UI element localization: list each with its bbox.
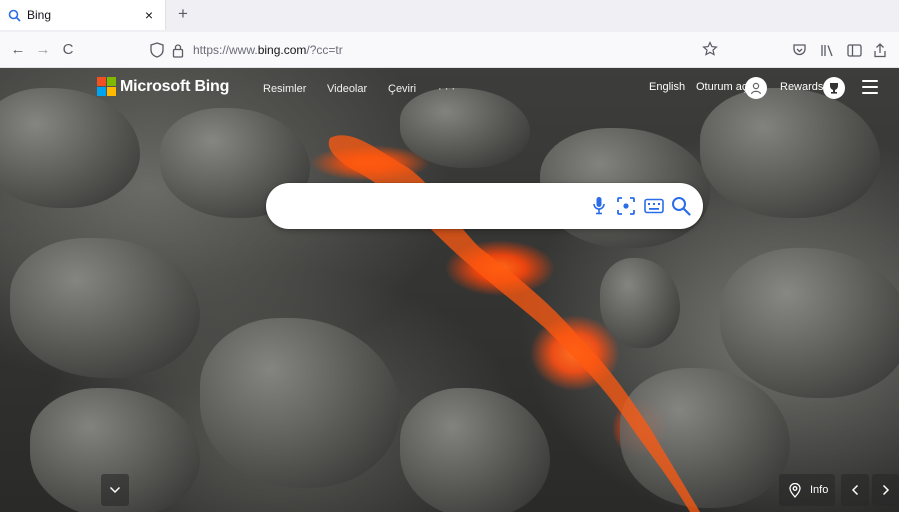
user-icon xyxy=(750,82,762,95)
avatar[interactable] xyxy=(745,77,767,99)
visual-search-icon[interactable] xyxy=(615,195,637,217)
tab-strip: Bing × + xyxy=(0,0,899,32)
url-text[interactable]: https://www.bing.com/?cc=tr xyxy=(193,43,343,57)
bing-header: Microsoft Bing Resimler Videolar Çeviri … xyxy=(0,68,899,108)
chevron-left-icon xyxy=(851,484,859,496)
rewards-link[interactable]: Rewards xyxy=(780,81,823,93)
nav-translate[interactable]: Çeviri xyxy=(388,83,416,95)
next-image-button[interactable] xyxy=(872,474,899,506)
hamburger-menu-icon[interactable] xyxy=(862,80,878,94)
search-icon[interactable] xyxy=(670,195,692,217)
chevron-down-icon xyxy=(109,486,121,494)
scroll-down-button[interactable] xyxy=(101,474,129,506)
previous-image-button[interactable] xyxy=(841,474,869,506)
bing-logo[interactable]: Microsoft Bing xyxy=(97,77,229,96)
keyboard-icon[interactable] xyxy=(643,195,665,217)
location-pin-icon xyxy=(789,482,801,498)
pocket-icon[interactable] xyxy=(790,41,808,59)
microsoft-logo-icon xyxy=(97,77,116,96)
lava-flow xyxy=(328,135,700,512)
nav-videos[interactable]: Videolar xyxy=(327,83,367,95)
chevron-right-icon xyxy=(882,484,889,496)
shield-icon[interactable] xyxy=(150,42,166,58)
lock-icon[interactable] xyxy=(172,42,186,58)
search-box[interactable] xyxy=(266,183,703,229)
bookmark-star-icon[interactable] xyxy=(702,41,720,59)
sign-in-link[interactable]: Oturum aç xyxy=(696,81,747,93)
reload-button[interactable]: C xyxy=(58,40,78,60)
language-link[interactable]: English xyxy=(649,81,685,93)
url-bar[interactable]: https://www.bing.com/?cc=tr xyxy=(138,36,728,64)
share-icon[interactable] xyxy=(871,41,889,59)
tab-close-button[interactable]: × xyxy=(139,7,159,23)
bing-homepage: Microsoft Bing Resimler Videolar Çeviri … xyxy=(0,68,899,512)
new-tab-button[interactable]: + xyxy=(172,3,194,25)
back-button[interactable]: ← xyxy=(8,40,28,60)
search-icon xyxy=(8,8,22,22)
trophy-icon xyxy=(830,83,838,94)
sidebar-icon[interactable] xyxy=(845,41,863,59)
info-label: Info xyxy=(810,484,829,496)
microphone-icon[interactable] xyxy=(588,195,610,217)
navigation-bar: ← → C https://www.bing.com/?cc=tr xyxy=(0,32,899,68)
tab-bing[interactable]: Bing × xyxy=(0,0,166,30)
forward-button[interactable]: → xyxy=(33,40,53,60)
image-info-button[interactable]: Info xyxy=(779,474,835,506)
search-input[interactable] xyxy=(288,195,578,217)
tab-title: Bing xyxy=(27,8,52,22)
library-icon[interactable] xyxy=(818,41,836,59)
logo-text: Microsoft Bing xyxy=(120,77,230,95)
nav-more[interactable]: · · · xyxy=(438,83,455,95)
nav-images[interactable]: Resimler xyxy=(263,83,306,95)
rewards-badge[interactable] xyxy=(823,77,845,99)
